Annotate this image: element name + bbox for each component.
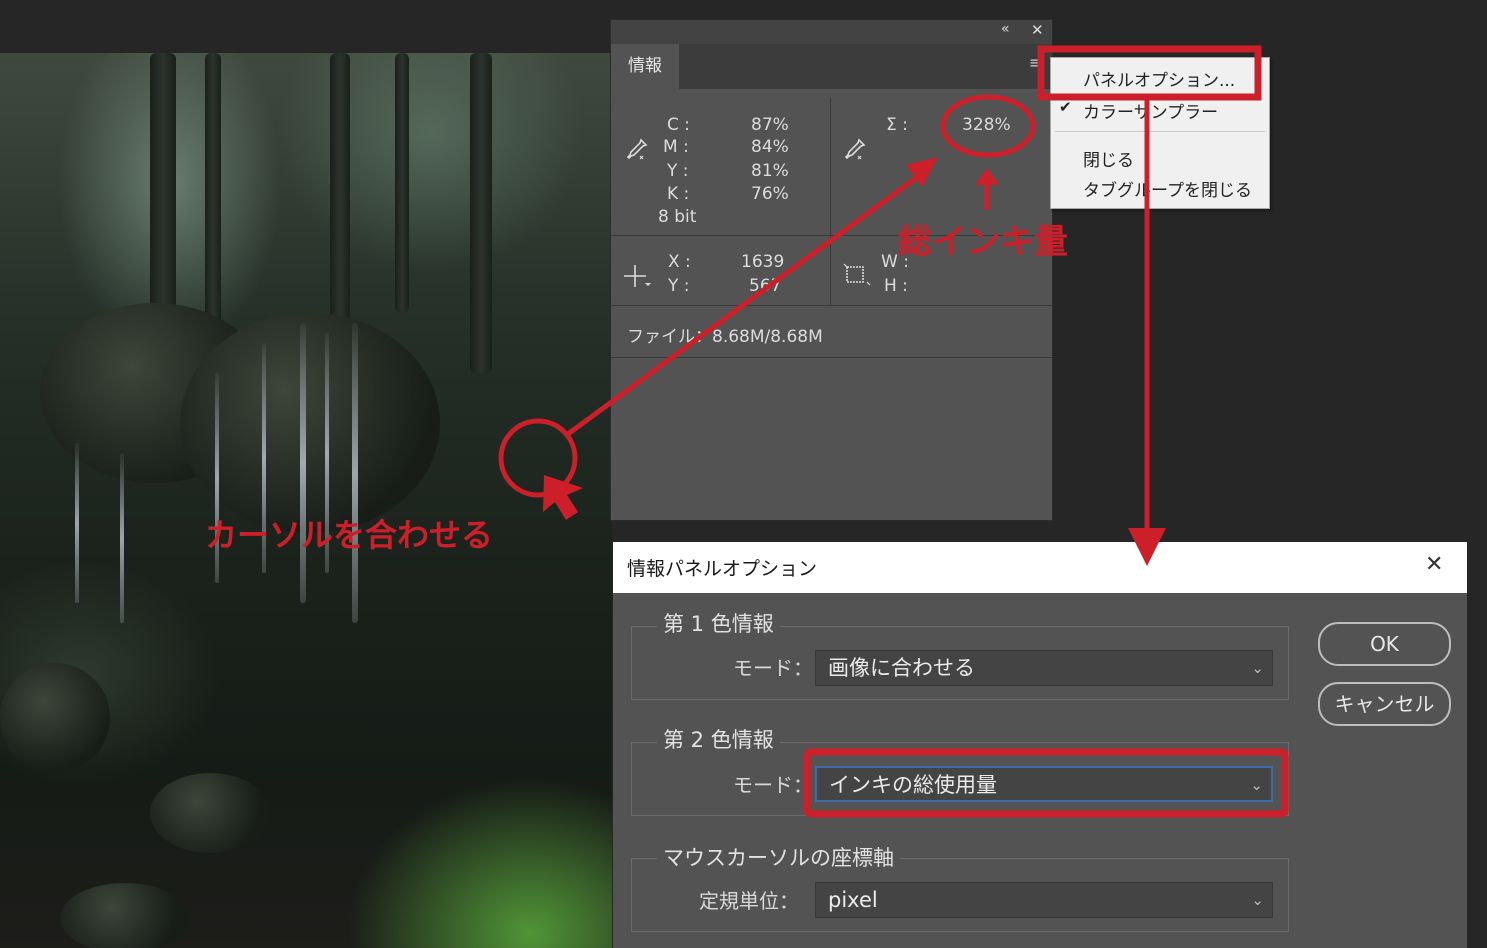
ink-total-mode-highlight (803, 748, 1289, 818)
up-arrow-head (975, 168, 999, 185)
panel-options-highlight (1037, 45, 1262, 101)
arrow-head (1128, 528, 1166, 566)
total-ink-circle (940, 94, 1036, 158)
cursor-arrow-icon (543, 475, 583, 520)
connector-line (566, 172, 922, 437)
annotation-overlay (498, 45, 1289, 818)
total-ink-annotation: 総インキ量 (898, 222, 1068, 262)
cursor-annotation: カーソルを合わせる (205, 516, 494, 554)
